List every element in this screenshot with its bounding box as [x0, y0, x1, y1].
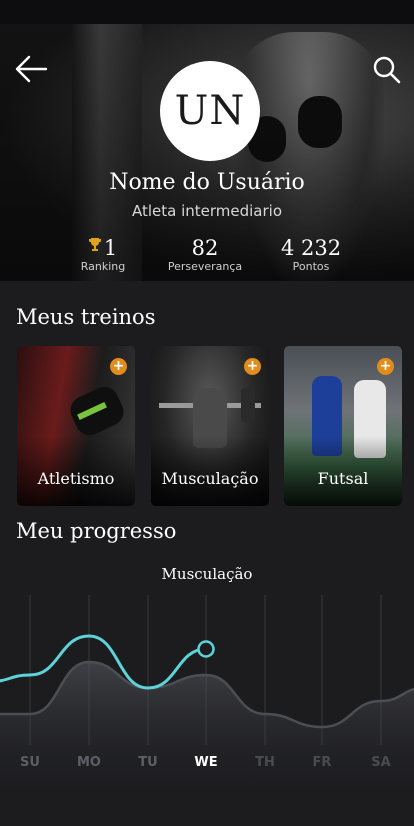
x-tick-label[interactable]: TU: [138, 755, 157, 770]
user-level: Atleta intermediario: [131, 202, 283, 220]
trophy-icon: [88, 238, 101, 251]
add-training-button[interactable]: +: [244, 358, 261, 375]
x-tick-label[interactable]: WE: [194, 755, 217, 770]
chart-title: Musculação: [161, 565, 253, 583]
x-tick-label[interactable]: SU: [20, 755, 40, 770]
avatar[interactable]: UN: [160, 61, 260, 161]
selected-point[interactable]: [197, 640, 215, 658]
training-card-label: Atletismo: [37, 469, 115, 488]
x-tick-label[interactable]: TH: [255, 755, 275, 770]
stat-label: Perseverança: [167, 260, 243, 273]
x-tick-label[interactable]: FR: [313, 755, 332, 770]
search-icon: [373, 56, 401, 84]
x-tick-label[interactable]: MO: [77, 755, 101, 770]
progress-chart: SU MO TU WE TH FR SA: [0, 595, 414, 790]
add-training-button[interactable]: +: [110, 358, 127, 375]
stat-value: 4 232: [280, 236, 342, 260]
stat-pontos: 4 232 Pontos: [256, 236, 366, 274]
x-tick-label[interactable]: SA: [371, 755, 390, 770]
training-card-label: Musculação: [161, 469, 259, 488]
training-card-atletismo[interactable]: + Atletismo: [17, 346, 135, 506]
arrow-left-icon: [15, 55, 48, 83]
stat-value: 82: [191, 236, 219, 260]
training-card-label: Futsal: [317, 469, 369, 488]
status-bar: [0, 0, 414, 24]
section-title-progress: Meu progresso: [16, 519, 177, 543]
back-button[interactable]: [14, 54, 48, 84]
stat-perseveranca: 82 Perseverança: [150, 236, 260, 274]
stat-ranking: 1 Ranking: [48, 236, 158, 274]
user-name: Nome do Usuário: [109, 170, 305, 195]
add-training-button[interactable]: +: [377, 358, 394, 375]
training-card-futsal[interactable]: + Futsal: [284, 346, 402, 506]
stat-value: 1: [103, 236, 118, 260]
stat-label: Pontos: [292, 260, 330, 273]
search-button[interactable]: [372, 55, 402, 85]
stat-label: Ranking: [80, 260, 126, 273]
section-title-trainings: Meus treinos: [16, 305, 156, 329]
training-card-musculacao[interactable]: + Musculação: [151, 346, 269, 506]
